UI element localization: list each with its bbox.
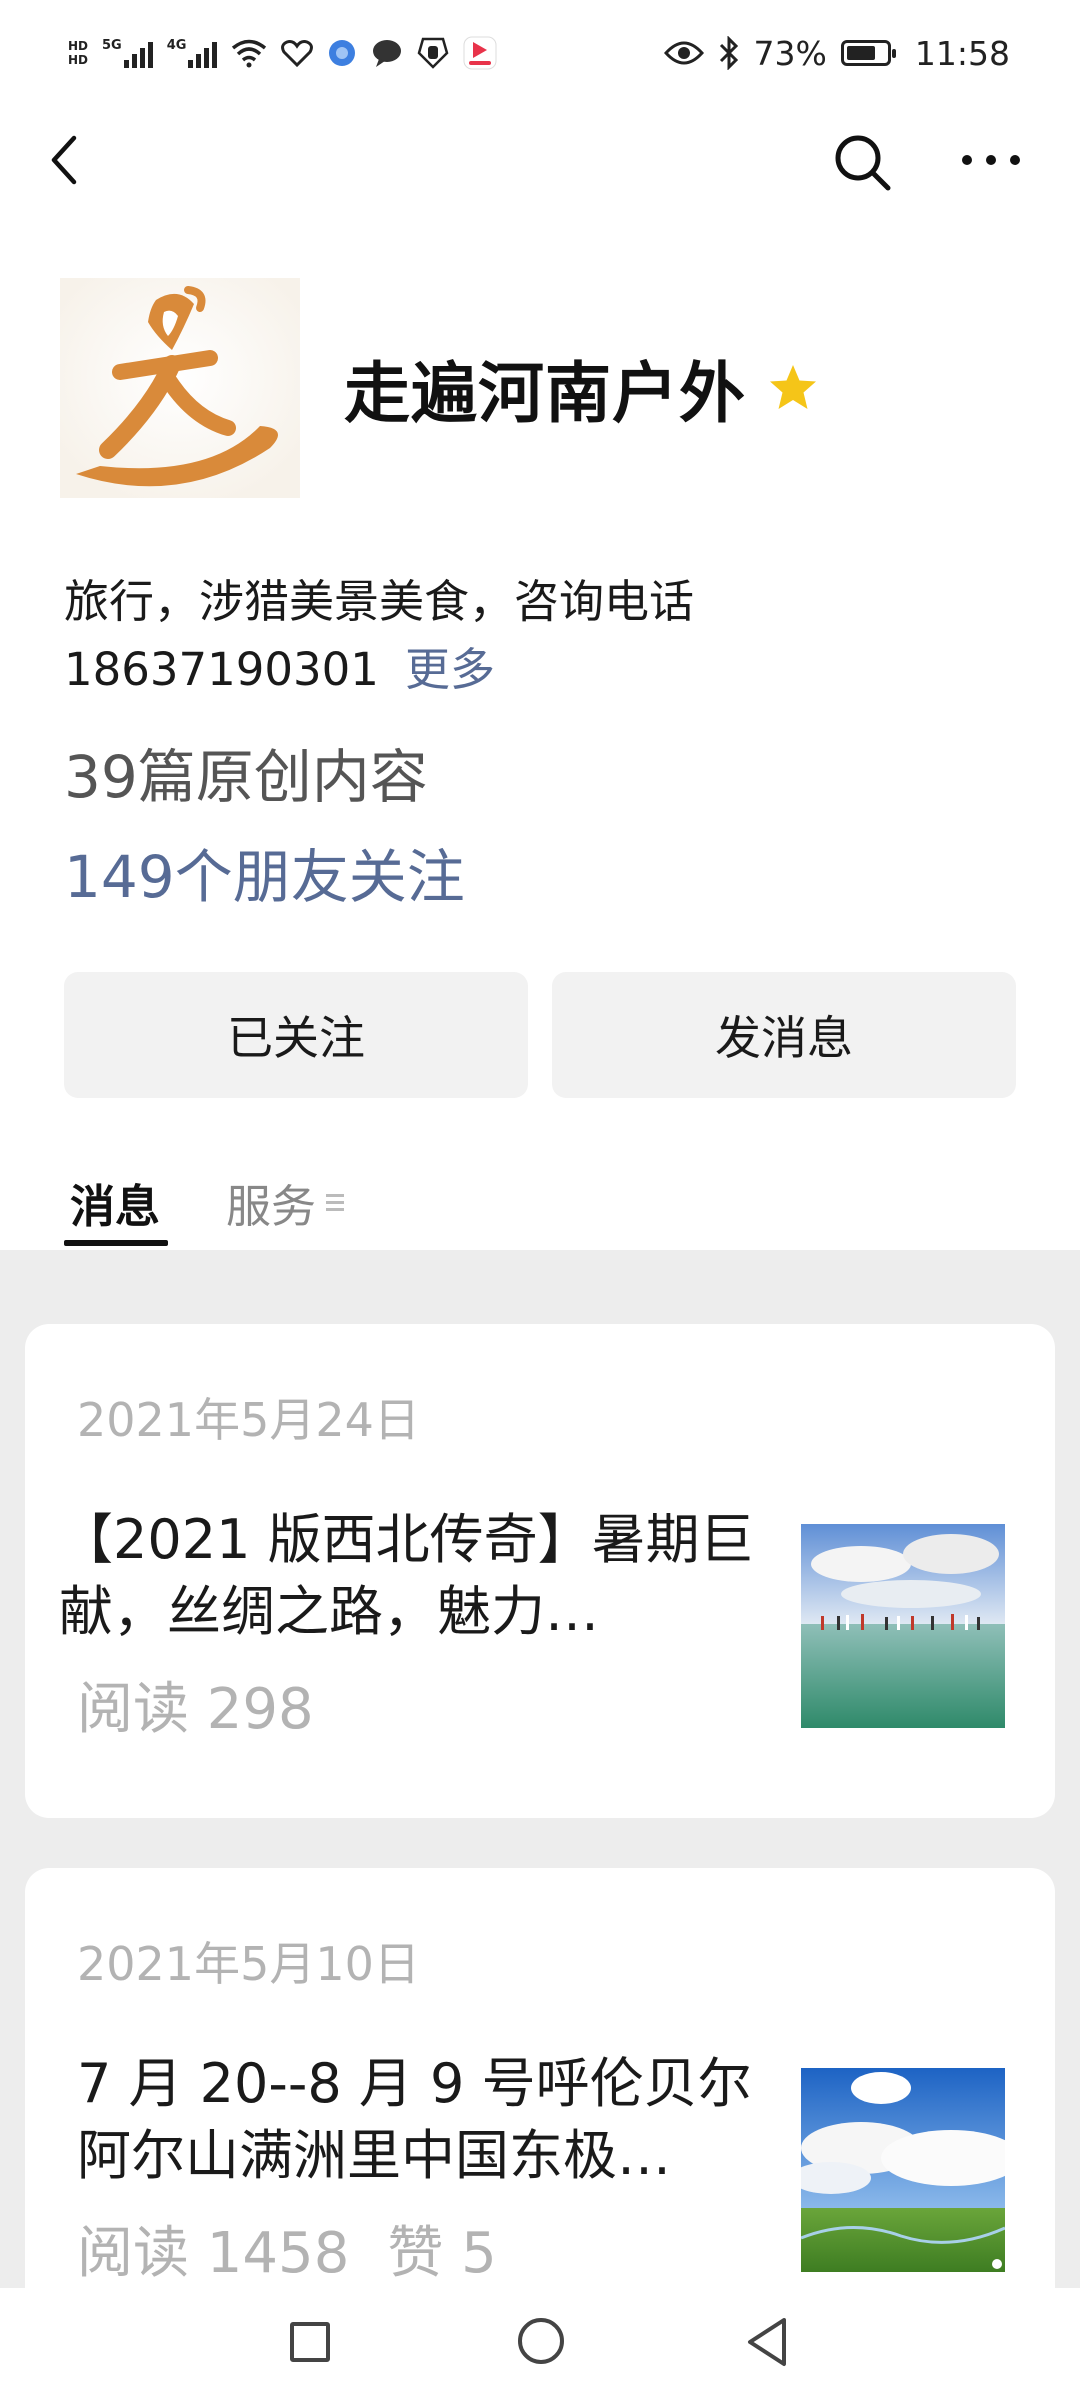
article-thumbnail[interactable] bbox=[801, 1524, 1005, 1728]
account-name: 走遍河南户外 bbox=[344, 355, 746, 432]
clock: 11:58 bbox=[914, 33, 1010, 73]
article-title[interactable]: 7 月 20--8 月 9 号呼伦贝尔阿尔山满洲里中国东极… bbox=[77, 2048, 777, 2192]
article-date: 2021年5月10日 bbox=[77, 1937, 420, 1991]
wifi-icon bbox=[232, 39, 267, 68]
signal-icon: 5G bbox=[102, 38, 153, 68]
app-icon bbox=[463, 36, 497, 70]
battery-icon bbox=[840, 40, 896, 66]
article-card[interactable]: 2021年5月10日 7 月 20--8 月 9 号呼伦贝尔阿尔山满洲里中国东极… bbox=[25, 1868, 1055, 2288]
description-text: 旅行，涉猎美景美食，咨询电话 18637190301 bbox=[64, 575, 695, 696]
account-name-row: 走遍河南户外 bbox=[344, 340, 820, 436]
bluetooth-icon bbox=[719, 36, 738, 70]
menu-lines-icon bbox=[326, 1194, 345, 1211]
chat-bubble-icon bbox=[373, 40, 402, 67]
tab-services[interactable]: 服务 bbox=[226, 1170, 345, 1235]
signal-icon: 4G bbox=[167, 38, 218, 68]
battery-percent: 73% bbox=[753, 33, 827, 73]
hd-icon: HD HD bbox=[68, 39, 89, 67]
star-icon[interactable] bbox=[766, 361, 820, 415]
more-link[interactable]: 更多 bbox=[405, 643, 495, 696]
status-bar: HD HD 5G 4G 73% 11:58 bbox=[0, 0, 1080, 100]
original-count[interactable]: 39篇原创内容 bbox=[64, 730, 428, 814]
active-tab-indicator bbox=[64, 1240, 168, 1246]
article-title[interactable]: 【2021 版西北传奇】暑期巨献，丝绸之路，魅力… bbox=[59, 1504, 759, 1648]
like-count: 赞 5 bbox=[387, 2221, 497, 2286]
message-feed[interactable]: 2021年5月24日 【2021 版西北传奇】暑期巨献，丝绸之路，魅力… 阅读 … bbox=[0, 1250, 1080, 2288]
article-card[interactable]: 2021年5月24日 【2021 版西北传奇】暑期巨献，丝绸之路，魅力… 阅读 … bbox=[25, 1324, 1055, 1818]
heart-icon bbox=[281, 40, 314, 67]
status-right-icons: 73% 11:58 bbox=[663, 28, 1010, 78]
tab-services-label: 服务 bbox=[226, 1180, 317, 1233]
search-icon[interactable] bbox=[830, 130, 896, 196]
back-icon[interactable] bbox=[744, 2316, 790, 2368]
eye-icon bbox=[663, 41, 704, 65]
account-description: 旅行，涉猎美景美食，咨询电话 18637190301 更多 bbox=[64, 568, 784, 704]
article-stats: 阅读 298 bbox=[77, 1664, 314, 1745]
follow-button[interactable]: 已关注 bbox=[64, 972, 528, 1098]
send-message-button[interactable]: 发消息 bbox=[552, 972, 1016, 1098]
account-logo bbox=[60, 278, 300, 498]
recent-apps-icon[interactable] bbox=[290, 2322, 330, 2362]
tab-messages[interactable]: 消息 bbox=[70, 1170, 160, 1235]
read-count: 阅读 298 bbox=[77, 1677, 314, 1742]
status-left-icons: HD HD 5G 4G bbox=[68, 28, 497, 78]
hand-icon bbox=[418, 37, 449, 69]
read-count: 阅读 1458 bbox=[77, 2221, 350, 2286]
article-date: 2021年5月24日 bbox=[77, 1393, 420, 1447]
more-icon[interactable] bbox=[955, 130, 1027, 190]
home-icon[interactable] bbox=[518, 2318, 564, 2364]
article-stats: 阅读 1458 赞 5 bbox=[77, 2208, 497, 2288]
back-arrow-icon[interactable] bbox=[36, 130, 96, 190]
system-nav-bar bbox=[0, 2288, 1080, 2400]
tab-bar: 消息 服务 bbox=[0, 1160, 1080, 1250]
nav-bar bbox=[0, 110, 1080, 210]
article-thumbnail[interactable] bbox=[801, 2068, 1005, 2272]
browser-icon bbox=[329, 40, 356, 66]
friends-following[interactable]: 149个朋友关注 bbox=[64, 830, 465, 914]
